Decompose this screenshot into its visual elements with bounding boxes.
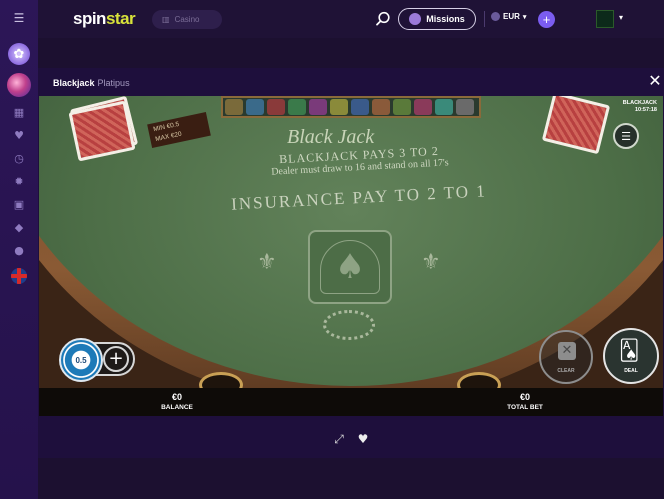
cards-icon: 🂡 — [619, 338, 640, 362]
left-ornament-icon: ⚜ — [257, 250, 277, 275]
casino-tab[interactable]: ▥ Casino — [152, 10, 222, 29]
gear-icon[interactable]: ✹ — [11, 173, 27, 189]
game-info-title: BLACKJACK — [622, 100, 657, 106]
deal-button[interactable]: 🂡 DEAL — [603, 328, 659, 384]
gift-icon[interactable]: ▣ — [11, 196, 27, 212]
add-funds-button[interactable]: + — [538, 11, 555, 28]
casino-icon: ▥ — [162, 15, 170, 24]
spade-icon: ♠ — [320, 240, 380, 294]
search-icon[interactable] — [374, 10, 392, 28]
favorite-heart-icon[interactable]: ♥ — [356, 432, 370, 446]
close-icon[interactable]: ✕ — [648, 73, 662, 89]
total-bet-label: TOTAL BET — [507, 404, 543, 411]
missions-button[interactable]: Missions — [398, 8, 476, 30]
missions-label: Missions — [426, 14, 465, 24]
casino-tab-label: Casino — [174, 15, 200, 24]
fullscreen-icon[interactable]: ⤢ — [332, 432, 346, 446]
right-ornament-icon: ⚜ — [421, 250, 441, 275]
currency-icon — [491, 12, 500, 21]
game-name: Blackjack — [53, 78, 95, 88]
clear-label: CLEAR — [557, 368, 575, 374]
menu-icon[interactable]: ☰ — [11, 10, 27, 26]
uk-flag-icon[interactable] — [11, 268, 27, 284]
planet-icon[interactable] — [7, 73, 31, 97]
currency-label: EUR — [503, 12, 520, 21]
currency-selector[interactable]: EUR ▾ — [491, 12, 526, 21]
chevron-down-icon: ▾ — [522, 13, 527, 21]
avatar-chevron-down-icon[interactable]: ▾ — [619, 13, 623, 22]
game-provider: Platipus — [97, 78, 130, 88]
side-bet-spot[interactable] — [323, 310, 375, 340]
add-chip-button[interactable]: + — [103, 346, 129, 372]
diamond-icon[interactable]: ◆ — [11, 219, 27, 235]
game-title: Blackjack Platipus — [53, 78, 130, 88]
balance-label: BALANCE — [161, 404, 193, 411]
status-bar: €0 BALANCE €0 TOTAL BET — [39, 388, 663, 416]
flower-icon[interactable]: ✿ — [8, 43, 30, 65]
heart-icon[interactable]: ♥ — [11, 127, 27, 143]
dealer-chip-tray — [221, 96, 481, 118]
avatar[interactable] — [596, 10, 614, 28]
logo-text-star: star — [105, 9, 136, 28]
grid-icon[interactable]: ▦ — [11, 104, 27, 120]
top-bar: spinstar ▥ Casino Missions EUR ▾ + ▾ — [38, 0, 664, 38]
deal-label: DEAL — [624, 368, 638, 374]
game-menu-button[interactable]: ☰ — [613, 123, 639, 149]
total-bet-value: €0 — [519, 392, 530, 402]
balance-value: €0 — [171, 392, 182, 402]
betting-box[interactable]: ♠ — [308, 230, 392, 304]
chip-value-button[interactable]: 0.5 — [59, 338, 103, 382]
clear-icon: ✕ — [558, 342, 576, 360]
logo-text-spin: spin — [73, 9, 106, 28]
chat-icon[interactable]: ● — [11, 242, 27, 258]
missions-icon — [409, 13, 422, 25]
table-script-title: Black Jack — [287, 126, 375, 148]
header-divider — [484, 11, 485, 27]
site-logo[interactable]: spinstar — [73, 9, 136, 29]
game-panel: Blackjack Platipus ✕ MIN €0.5 MAX €20 BLA… — [38, 68, 664, 458]
game-frame[interactable]: MIN €0.5 MAX €20 BLACKJACK 10:57:18 ☰ Bl… — [39, 96, 663, 416]
sidebar: ☰ ✿ ▦ ♥ ◷ ✹ ▣ ◆ ● — [0, 0, 38, 499]
clear-button[interactable]: ✕ CLEAR — [539, 330, 593, 384]
game-clock: 10:57:18 — [634, 107, 657, 113]
clock-icon[interactable]: ◷ — [11, 150, 27, 166]
game-info: BLACKJACK 10:57:18 — [623, 100, 657, 114]
